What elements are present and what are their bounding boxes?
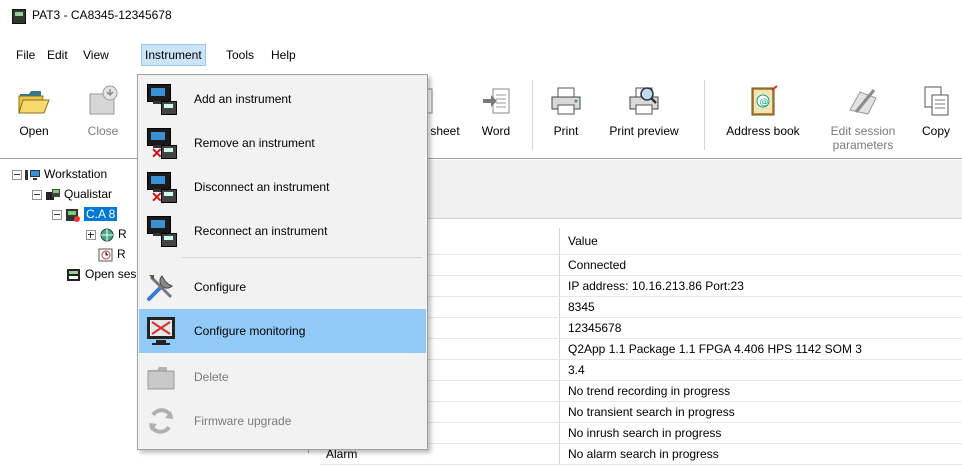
- tree-node-child-2[interactable]: R: [98, 244, 126, 264]
- spreadsheet-button[interactable]: sheet: [421, 70, 464, 138]
- app-icon: [12, 9, 26, 24]
- wrench-screwdriver-icon: [145, 271, 177, 303]
- grid-header-value: Value: [568, 234, 598, 248]
- collapse-icon[interactable]: [52, 209, 62, 220]
- toolbar-separator: [704, 80, 705, 150]
- close-button[interactable]: Close: [80, 70, 126, 138]
- address-book-button[interactable]: @ Address book: [716, 70, 810, 138]
- menu-item-reconnect-instrument[interactable]: Reconnect an instrument: [139, 209, 426, 253]
- menu-tools[interactable]: Tools: [223, 45, 257, 65]
- menu-item-remove-instrument[interactable]: ✕ Remove an instrument: [139, 121, 426, 165]
- word-button[interactable]: Word: [474, 70, 518, 138]
- tree-node-workstation[interactable]: Workstation: [12, 164, 107, 184]
- menu-item-firmware-upgrade[interactable]: Firmware upgrade: [139, 399, 426, 443]
- disconnect-instrument-icon: ✕: [145, 171, 177, 204]
- workstation-icon: [25, 168, 41, 182]
- open-button[interactable]: Open: [10, 70, 58, 138]
- title-bar: PAT3 - CA8345-12345678: [0, 0, 962, 32]
- print-preview-button[interactable]: Print preview: [596, 70, 692, 138]
- copy-button[interactable]: Copy: [916, 70, 956, 138]
- tree-node-open-session[interactable]: Open ses: [66, 264, 136, 284]
- edit-session-parameters-button[interactable]: Edit session parameters: [820, 70, 906, 152]
- close-folder-icon: [86, 84, 120, 118]
- menu-item-add-instrument[interactable]: Add an instrument: [139, 77, 426, 121]
- print-button[interactable]: Print: [546, 70, 586, 138]
- instrument-menu: Add an instrument ✕ Remove an instrument…: [137, 74, 428, 450]
- qualistar-icon: [45, 188, 61, 202]
- word-export-icon: [479, 84, 513, 118]
- recordings-icon: [99, 228, 115, 242]
- window-title: PAT3 - CA8345-12345678: [32, 8, 172, 22]
- clock-icon: [98, 248, 114, 262]
- tree-node-instrument[interactable]: C.A 8: [52, 204, 118, 224]
- tree-node-qualistar[interactable]: Qualistar: [32, 184, 112, 204]
- firmware-upgrade-icon: [145, 405, 177, 437]
- print-preview-icon: [627, 84, 661, 118]
- menu-item-disconnect-instrument[interactable]: ✕ Disconnect an instrument: [139, 165, 426, 209]
- menu-instrument[interactable]: Instrument: [141, 44, 206, 66]
- monitoring-icon: [145, 315, 177, 347]
- toolbar-separator: [532, 80, 533, 150]
- menu-item-configure-monitoring[interactable]: Configure monitoring: [139, 309, 426, 353]
- instrument-icon: [65, 208, 81, 222]
- menu-edit[interactable]: Edit: [44, 45, 71, 65]
- collapse-icon[interactable]: [12, 169, 22, 180]
- folder-open-icon: [17, 84, 51, 118]
- delete-folder-icon: [145, 361, 177, 393]
- printer-icon: [549, 84, 583, 118]
- address-book-icon: @: [746, 84, 780, 118]
- menu-item-configure[interactable]: Configure: [139, 265, 426, 309]
- svg-text:@: @: [760, 98, 769, 108]
- menu-view[interactable]: View: [80, 45, 112, 65]
- add-instrument-icon: [145, 83, 177, 115]
- edit-session-icon: [846, 84, 880, 118]
- menu-help[interactable]: Help: [268, 45, 299, 65]
- menu-separator: [182, 257, 422, 258]
- collapse-icon[interactable]: [32, 189, 42, 200]
- expand-icon[interactable]: [86, 229, 96, 240]
- reconnect-instrument-icon: [145, 215, 177, 247]
- session-icon: [66, 268, 82, 282]
- menu-item-delete[interactable]: Delete: [139, 355, 426, 399]
- menu-bar: File Edit View Instrument Tools Help: [0, 40, 962, 68]
- tree-node-child-1[interactable]: R: [86, 224, 127, 244]
- copy-icon: [919, 84, 953, 118]
- menu-file[interactable]: File: [13, 45, 38, 65]
- remove-instrument-icon: ✕: [145, 127, 177, 160]
